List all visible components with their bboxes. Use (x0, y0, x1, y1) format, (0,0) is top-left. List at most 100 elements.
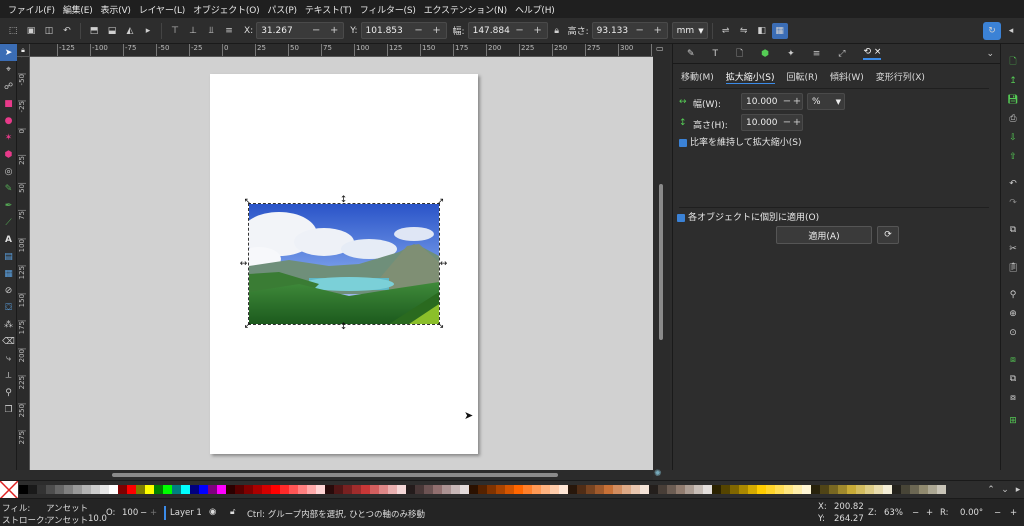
plus-icon[interactable]: + (792, 117, 802, 128)
scale-unit-select[interactable]: % ▼ (807, 93, 845, 110)
lower-to-bottom-icon[interactable]: ⫫ (203, 23, 219, 39)
color-swatch[interactable] (343, 485, 352, 494)
color-swatch[interactable] (424, 485, 433, 494)
chevron-down-icon[interactable]: ⌄ (998, 485, 1012, 495)
align-tab-icon[interactable]: ⤢ (838, 49, 845, 59)
color-swatch[interactable] (757, 485, 766, 494)
menu-object[interactable]: オブジェクト(O) (189, 3, 263, 16)
color-swatch[interactable] (235, 485, 244, 494)
node-tool-icon[interactable]: ⌖ (0, 61, 17, 78)
scale-handle-n[interactable]: ↕ (339, 196, 348, 205)
spiral-tool-icon[interactable]: ◎ (0, 163, 17, 180)
color-swatch[interactable] (172, 485, 181, 494)
tab-rotate[interactable]: 回転(R) (787, 70, 818, 84)
color-swatch[interactable] (901, 485, 910, 494)
color-swatch[interactable] (154, 485, 163, 494)
color-swatch[interactable] (631, 485, 640, 494)
cut-icon[interactable]: ✂ (1001, 239, 1024, 258)
color-swatch[interactable] (730, 485, 739, 494)
color-swatch[interactable] (721, 485, 730, 494)
chevron-down-icon[interactable]: ⌄ (986, 49, 1000, 59)
rotate-90-cw-icon[interactable]: ⬒ (86, 23, 102, 39)
pen-tool-icon[interactable]: ✒ (0, 197, 17, 214)
scale-handle-nw[interactable]: ↖ (243, 198, 252, 207)
plus-icon[interactable]: + (428, 25, 446, 36)
tab-skew[interactable]: 傾斜(W) (830, 70, 864, 84)
tab-move[interactable]: 移動(M) (681, 70, 714, 84)
color-swatch[interactable] (352, 485, 361, 494)
scale-handle-s[interactable]: ↕ (339, 323, 348, 332)
color-swatch[interactable] (163, 485, 172, 494)
scrollbar-thumb[interactable] (112, 473, 558, 477)
scale-handle-w[interactable]: ↔ (239, 260, 248, 269)
transform-gradients-icon[interactable]: ◧ (754, 23, 770, 39)
y-input[interactable]: 101.853− + (360, 22, 447, 39)
color-swatch[interactable] (586, 485, 595, 494)
color-swatch[interactable] (136, 485, 145, 494)
paste-icon[interactable]: 📋︎ (1001, 258, 1024, 277)
color-swatch[interactable] (577, 485, 586, 494)
menu-file[interactable]: ファイル(F) (4, 3, 59, 16)
color-swatch[interactable] (874, 485, 883, 494)
fill-stroke-tab-icon[interactable]: ✎ (687, 49, 695, 59)
reset-icon[interactable]: ⟳ (877, 226, 899, 244)
lower-icon[interactable]: ⊥ (185, 23, 201, 39)
rotate-90-ccw-icon[interactable]: ↶ (59, 23, 75, 39)
color-swatch[interactable] (82, 485, 91, 494)
color-swatch[interactable] (208, 485, 217, 494)
flip-vertical-icon[interactable]: ◭ (122, 23, 138, 39)
color-swatch[interactable] (433, 485, 442, 494)
color-swatch[interactable] (46, 485, 55, 494)
height-input[interactable]: 93.133− + (591, 22, 668, 39)
scale-corners-icon[interactable]: ⇋ (736, 23, 752, 39)
layer-name[interactable]: Layer 1 (170, 508, 202, 518)
color-swatch[interactable] (307, 485, 316, 494)
selector-tool-icon[interactable]: ➤ (0, 44, 17, 61)
minus-icon[interactable]: − (140, 508, 147, 518)
color-swatch[interactable] (640, 485, 649, 494)
color-swatch[interactable] (919, 485, 928, 494)
chevron-up-icon[interactable]: ⌃ (984, 485, 998, 495)
scale-handle-sw[interactable]: ↙ (243, 322, 252, 331)
clone-icon[interactable]: ⧉ (1001, 369, 1024, 388)
copy-icon[interactable]: ⧉ (1001, 220, 1024, 239)
zoom-page-icon[interactable]: ⊙ (1001, 323, 1024, 342)
plus-icon[interactable]: + (150, 508, 157, 518)
color-swatch[interactable] (415, 485, 424, 494)
color-swatch[interactable] (370, 485, 379, 494)
color-swatch[interactable] (181, 485, 190, 494)
undo-icon[interactable]: ↶ (1001, 174, 1024, 193)
guide-lock-icon[interactable]: 🔒︎ (17, 44, 30, 57)
select-all-layers-icon[interactable]: ▣ (23, 23, 39, 39)
plus-icon[interactable]: + (529, 25, 547, 36)
mesh-tool-icon[interactable]: ▦ (0, 265, 17, 282)
minus-icon[interactable]: − (511, 25, 529, 36)
color-swatch[interactable] (685, 485, 694, 494)
color-swatch[interactable] (928, 485, 937, 494)
panel-toggle-icon[interactable]: ▭ (656, 44, 666, 56)
rect-tool-icon[interactable]: ■ (0, 95, 17, 112)
paint-bucket-tool-icon[interactable]: ⛋ (0, 299, 17, 316)
apply-button[interactable]: 適用(A) (776, 226, 872, 244)
color-swatch[interactable] (226, 485, 235, 494)
ellipse-tool-icon[interactable]: ● (0, 112, 17, 129)
color-swatch[interactable] (325, 485, 334, 494)
color-swatch[interactable] (793, 485, 802, 494)
color-swatch[interactable] (289, 485, 298, 494)
keep-ratio-checkbox[interactable]: 比率を維持して拡大縮小(S) (679, 135, 801, 148)
color-swatch[interactable] (667, 485, 676, 494)
group-icon[interactable]: ⊞ (1001, 411, 1024, 430)
flip-horizontal-icon[interactable]: ⬓ (104, 23, 120, 39)
color-swatch[interactable] (469, 485, 478, 494)
plus-icon[interactable]: + (649, 25, 667, 36)
color-swatch[interactable] (64, 485, 73, 494)
menu-path[interactable]: パス(P) (263, 3, 300, 16)
color-swatch[interactable] (271, 485, 280, 494)
color-swatch[interactable] (199, 485, 208, 494)
color-swatch[interactable] (505, 485, 514, 494)
color-swatch[interactable] (118, 485, 127, 494)
color-swatch[interactable] (613, 485, 622, 494)
lock-icon[interactable]: 🔓︎ (230, 507, 236, 517)
color-swatch[interactable] (397, 485, 406, 494)
eye-icon[interactable]: ◉ (209, 507, 216, 517)
